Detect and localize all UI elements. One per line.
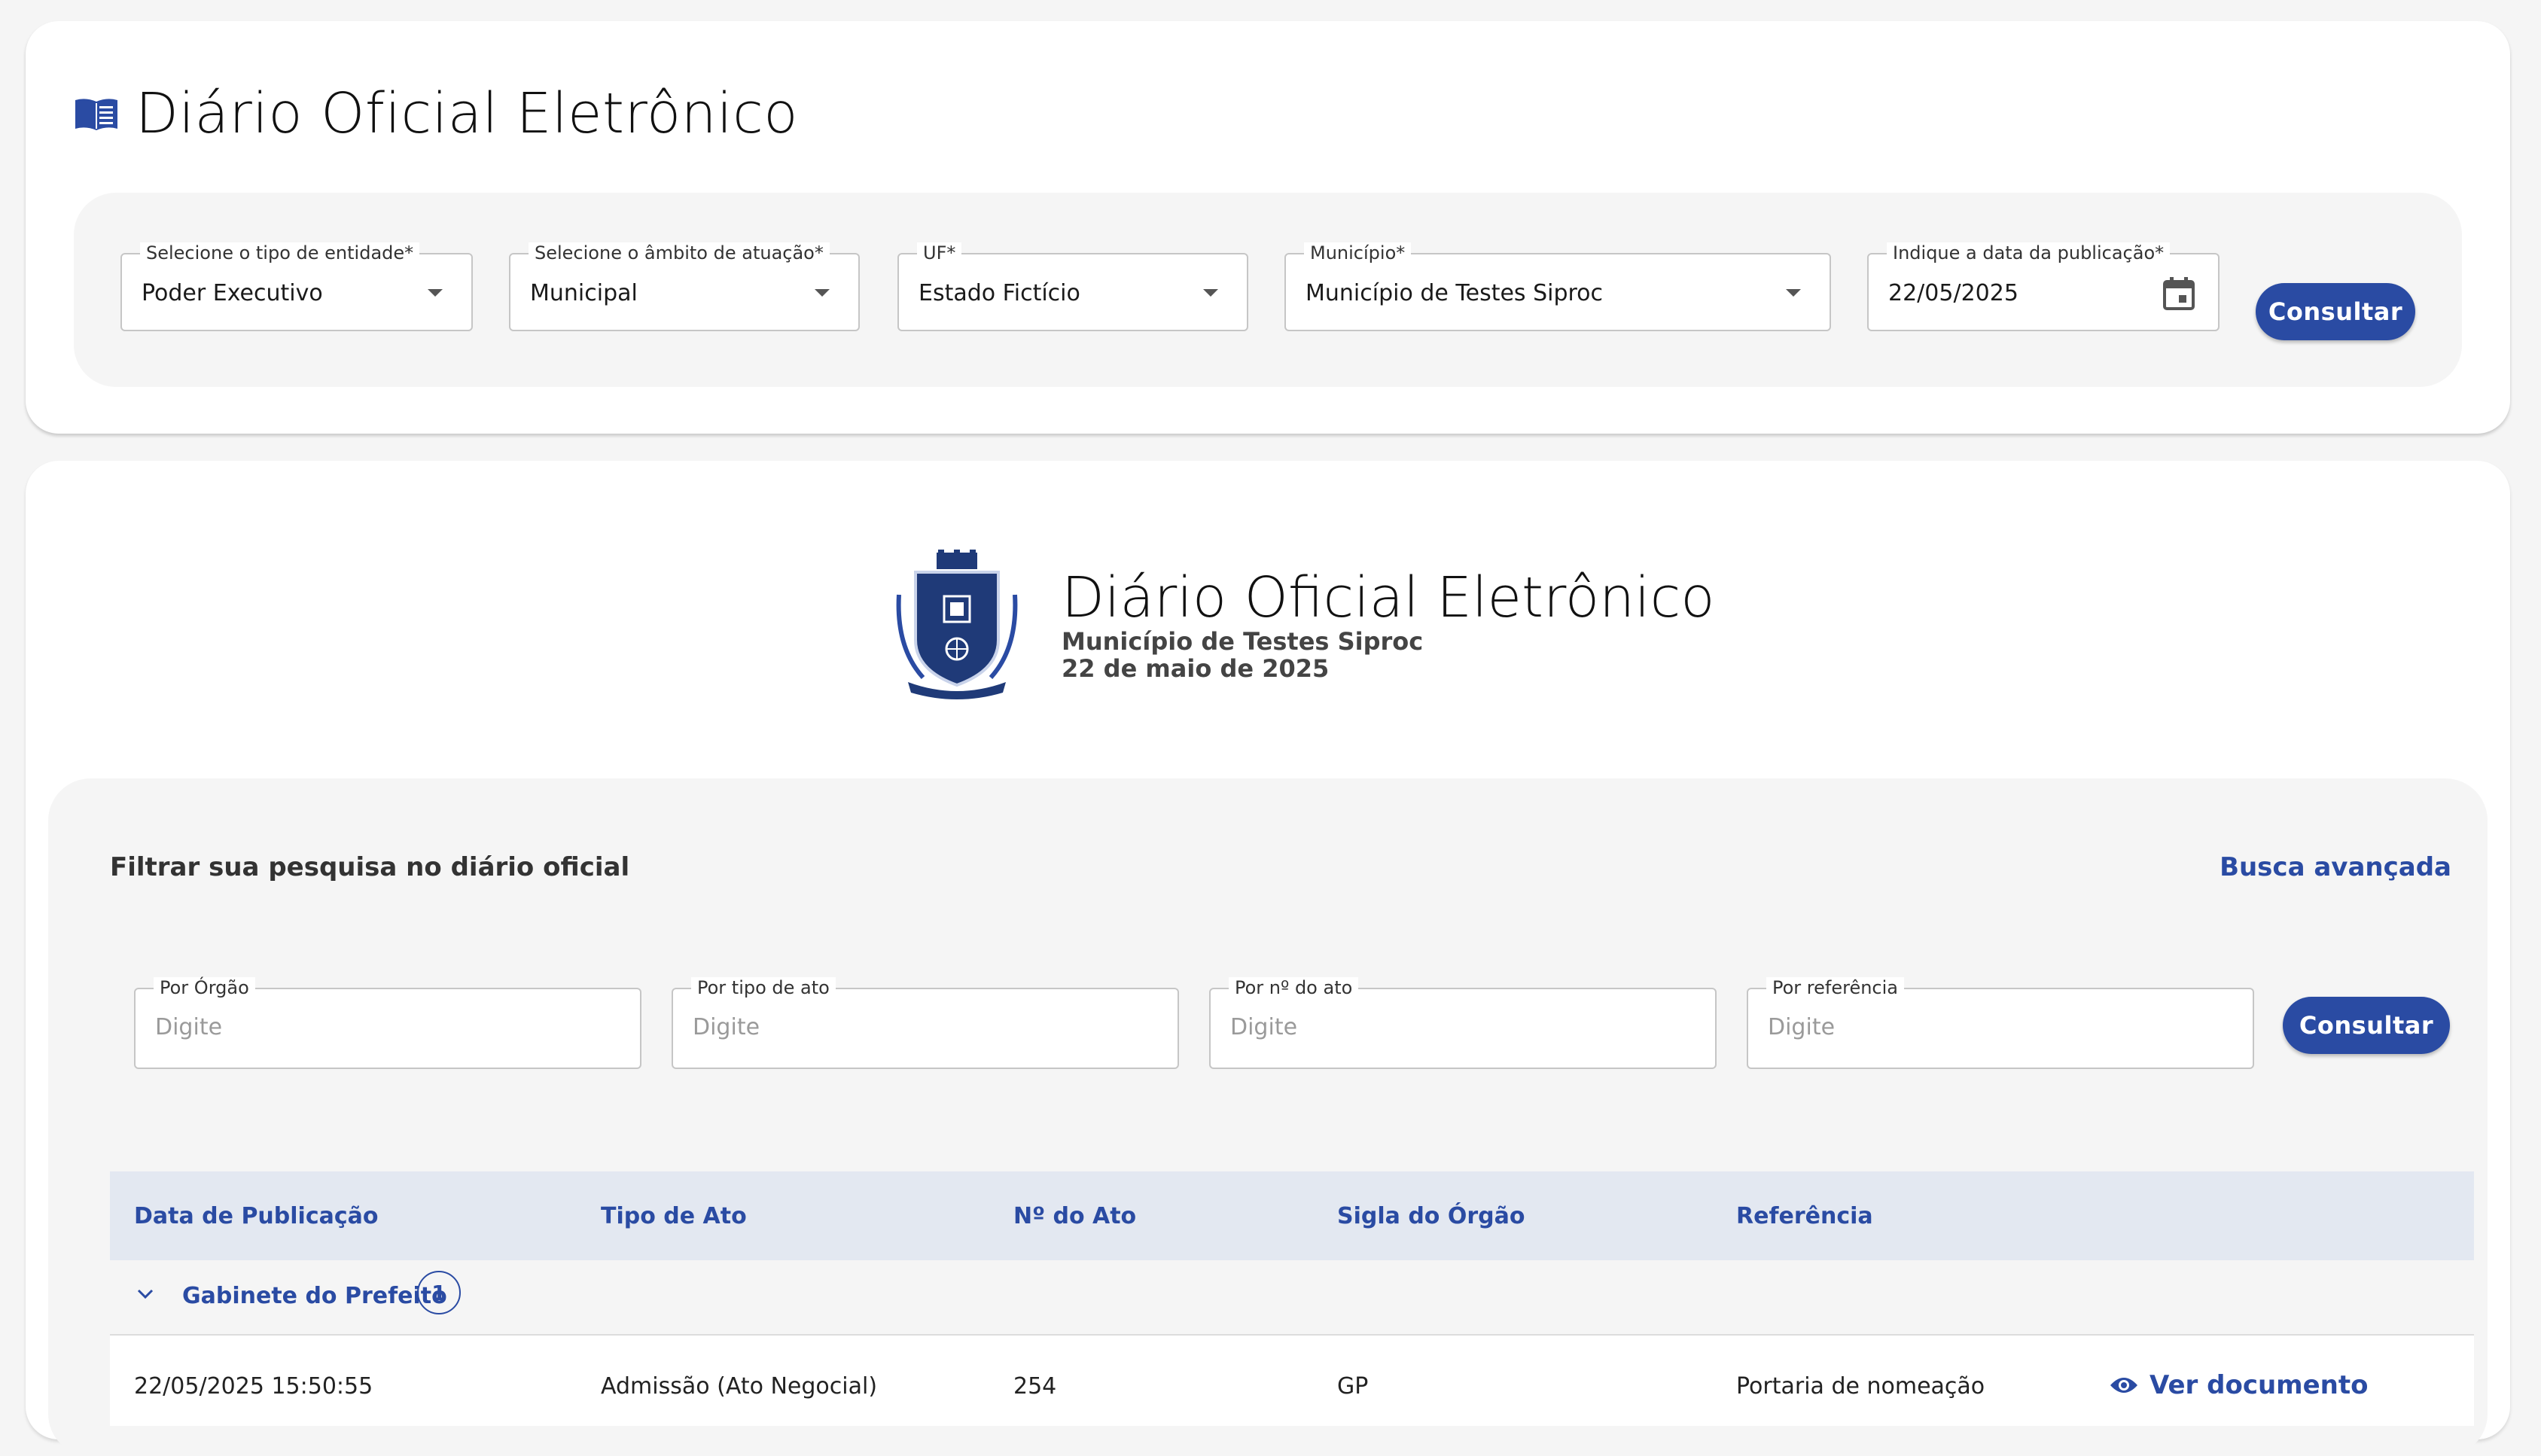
uf-select[interactable]: UF* Estado Fictício: [897, 242, 1248, 331]
results-table: Data de Publicação Tipo de Ato Nº do Ato…: [110, 1171, 2474, 1426]
col-organ-acronym[interactable]: Sigla do Órgão: [1337, 1203, 1525, 1229]
chevron-down-icon: [1203, 289, 1218, 297]
chevron-down-icon: [428, 289, 443, 297]
field-label: Selecione o âmbito de atuação*: [529, 242, 830, 263]
eye-icon: [2110, 1378, 2137, 1393]
field-label: Por tipo de ato: [691, 977, 836, 998]
field-label: Município*: [1304, 242, 1412, 263]
group-row[interactable]: Gabinete do Prefeito 1: [110, 1260, 2474, 1336]
main-card: Diário Oficial Eletrônico Município de T…: [26, 461, 2510, 1456]
col-publication-date[interactable]: Data de Publicação: [134, 1203, 379, 1229]
page-title: Diário Oficial Eletrônico: [136, 81, 799, 146]
journal-title: Diário Oficial Eletrônico: [1062, 565, 1715, 630]
field-label: UF*: [917, 242, 962, 263]
cell-act-type: Admissão (Ato Negocial): [601, 1373, 878, 1400]
col-act-number[interactable]: Nº do Ato: [1013, 1203, 1136, 1229]
page-title-row: Diário Oficial Eletrônico: [74, 81, 798, 146]
act-type-search-field[interactable]: Por tipo de ato: [672, 977, 1179, 1069]
municipality-select[interactable]: Município* Município de Testes Siproc: [1284, 242, 1831, 331]
table-header: Data de Publicação Tipo de Ato Nº do Ato…: [110, 1171, 2474, 1260]
advanced-search-link[interactable]: Busca avançada: [2220, 852, 2451, 882]
consult-button[interactable]: Consultar: [2256, 283, 2415, 340]
act-type-search-input[interactable]: [691, 1013, 1146, 1041]
field-label: Por nº do ato: [1229, 977, 1359, 998]
journal-header: Diário Oficial Eletrônico Município de T…: [893, 550, 1715, 700]
view-document-link[interactable]: Ver documento: [2109, 1370, 2368, 1400]
field-value: Poder Executivo: [142, 280, 323, 306]
header-text: Diário Oficial Eletrônico Município de T…: [1062, 568, 1715, 682]
table-row: 22/05/2025 15:50:55 Admissão (Ato Negoci…: [110, 1336, 2474, 1426]
field-label: Selecione o tipo de entidade*: [140, 242, 420, 263]
cell-date: 22/05/2025 15:50:55: [134, 1373, 373, 1400]
field-value: Município de Testes Siproc: [1306, 280, 1604, 306]
view-document-label: Ver documento: [2149, 1370, 2369, 1400]
field-value: Estado Fictício: [919, 280, 1080, 306]
cell-reference: Portaria de nomeação: [1736, 1373, 1985, 1400]
group-count-badge: 1: [417, 1271, 461, 1314]
search-consult-button[interactable]: Consultar: [2283, 997, 2450, 1054]
field-label: Por referência: [1766, 977, 1905, 998]
organ-search-input[interactable]: [154, 1013, 608, 1041]
search-panel: Filtrar sua pesquisa no diário oficial B…: [48, 778, 2488, 1456]
crest-logo: [896, 550, 1018, 699]
chevron-down-icon: [1786, 289, 1801, 297]
publication-date-field[interactable]: Indique a data da publicação* 22/05/2025: [1867, 242, 2220, 331]
act-number-search-input[interactable]: [1229, 1013, 1683, 1041]
scope-select[interactable]: Selecione o âmbito de atuação* Municipal: [509, 242, 860, 331]
field-value: 22/05/2025: [1888, 280, 2018, 306]
group-label: Gabinete do Prefeito: [182, 1283, 447, 1309]
publication-date: 22 de maio de 2025: [1062, 654, 1330, 683]
municipality-name: Município de Testes Siproc: [1062, 627, 1424, 656]
top-card: Diário Oficial Eletrônico Selecione o ti…: [26, 21, 2510, 434]
chevron-down-icon: [815, 289, 830, 297]
reference-search-field[interactable]: Por referência: [1747, 977, 2254, 1069]
book-icon: [75, 99, 117, 130]
cell-organ: GP: [1337, 1373, 1369, 1400]
col-reference[interactable]: Referência: [1736, 1203, 1873, 1229]
search-title: Filtrar sua pesquisa no diário oficial: [110, 852, 630, 882]
cell-act-number: 254: [1013, 1373, 1057, 1400]
entity-type-select[interactable]: Selecione o tipo de entidade* Poder Exec…: [120, 242, 473, 331]
reference-search-input[interactable]: [1766, 1013, 2221, 1041]
field-label: Por Órgão: [154, 977, 255, 998]
act-number-search-field[interactable]: Por nº do ato: [1209, 977, 1717, 1069]
col-act-type[interactable]: Tipo de Ato: [601, 1203, 747, 1229]
calendar-icon[interactable]: [2162, 276, 2195, 312]
filters-panel: Selecione o tipo de entidade* Poder Exec…: [74, 193, 2462, 387]
field-value: Municipal: [530, 280, 638, 306]
page: Diário Oficial Eletrônico Selecione o ti…: [0, 0, 2541, 1456]
organ-search-field[interactable]: Por Órgão: [134, 977, 641, 1069]
field-label: Indique a data da publicação*: [1887, 242, 2171, 263]
chevron-down-icon[interactable]: [137, 1289, 154, 1299]
